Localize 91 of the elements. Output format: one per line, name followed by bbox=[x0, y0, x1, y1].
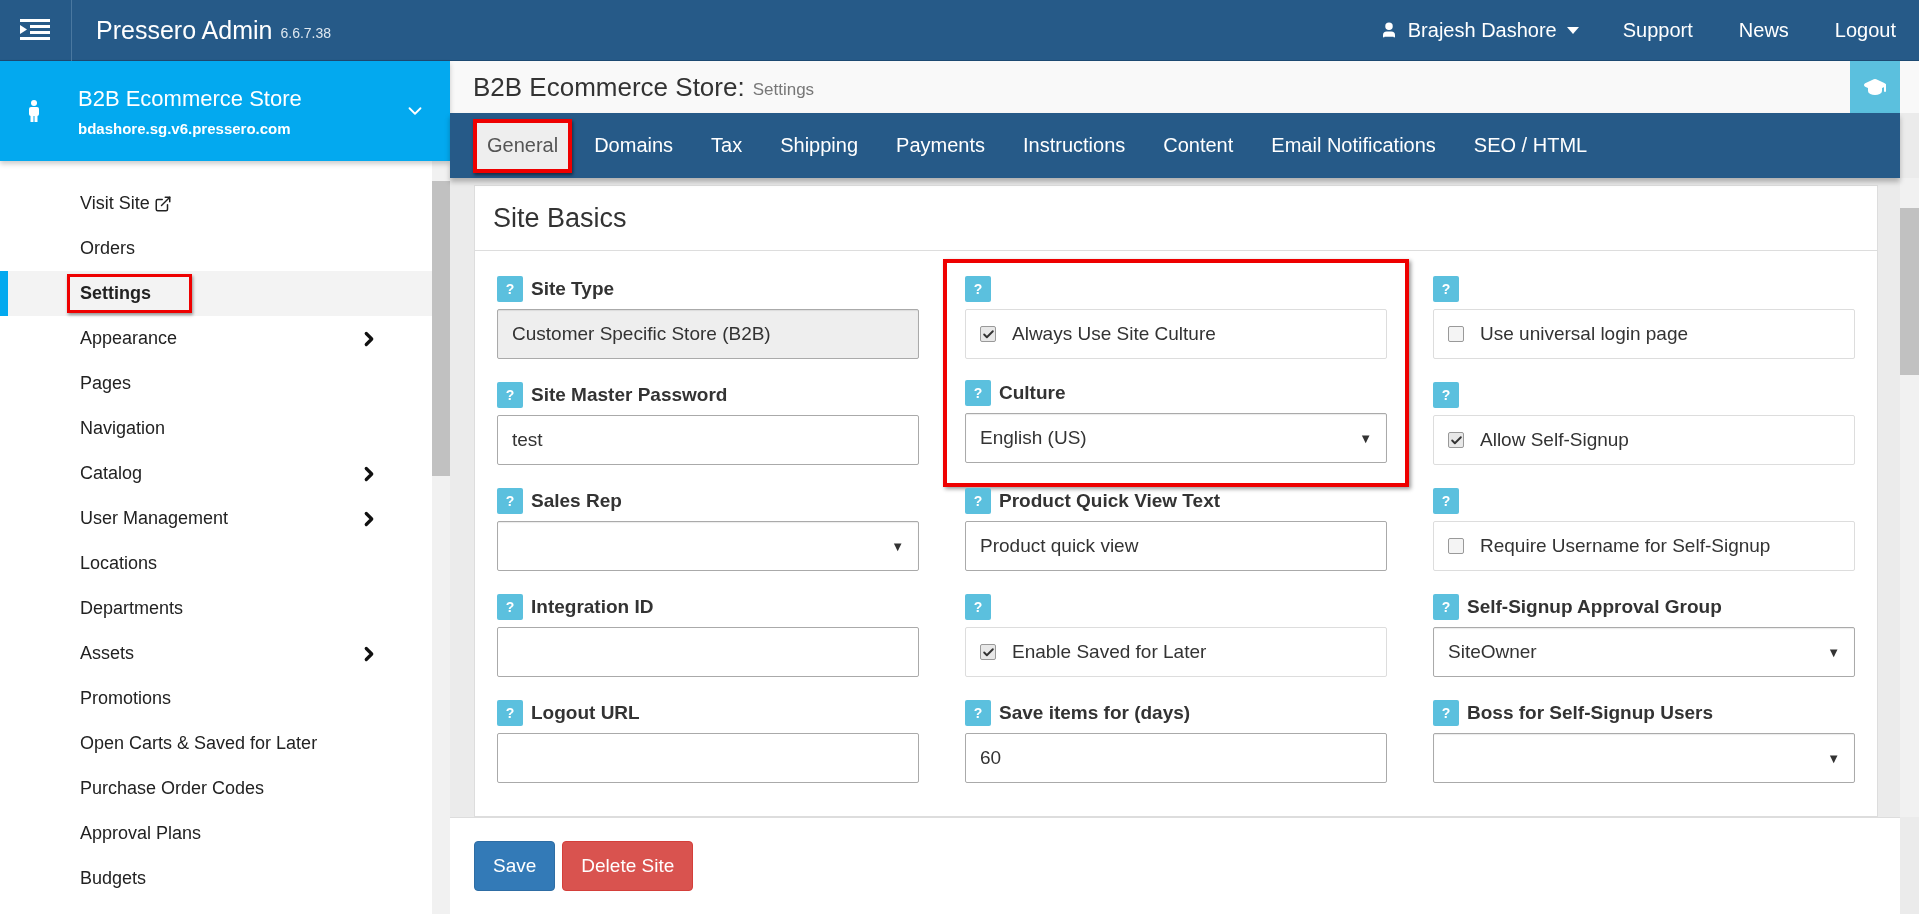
select-field[interactable]: ▼ bbox=[497, 521, 919, 571]
sidebar-link[interactable]: Navigation bbox=[80, 418, 166, 439]
sidebar-item[interactable]: Settings bbox=[0, 271, 432, 316]
tab[interactable]: Tax bbox=[695, 122, 759, 169]
scrollbar[interactable] bbox=[1900, 178, 1919, 817]
input-field[interactable]: 60 bbox=[965, 733, 1387, 783]
sidebar-item[interactable]: Catalog bbox=[0, 451, 432, 496]
sidebar-item[interactable]: Navigation bbox=[0, 406, 432, 451]
sidebar-item[interactable]: Locations bbox=[0, 541, 432, 586]
field-label: Logout URL bbox=[531, 702, 640, 724]
user-menu[interactable]: Brajesh Dashore bbox=[1379, 18, 1579, 42]
sidebar-link[interactable]: Promotions bbox=[80, 688, 172, 709]
input-field[interactable]: Customer Specific Store (B2B) bbox=[497, 309, 919, 359]
sidebar-link[interactable]: Pages bbox=[80, 373, 132, 394]
select-field[interactable]: ▼ bbox=[1433, 733, 1855, 783]
menu-icon[interactable] bbox=[20, 19, 50, 41]
sidebar-link[interactable]: Departments bbox=[80, 598, 184, 619]
tab[interactable]: Shipping bbox=[764, 122, 875, 169]
sidebar-link[interactable]: Orders bbox=[80, 238, 135, 259]
highlighted-link[interactable]: Settings bbox=[67, 274, 192, 313]
tab[interactable]: Email Notifications bbox=[1255, 122, 1452, 169]
checkbox[interactable] bbox=[980, 326, 996, 342]
field-label: Culture bbox=[999, 382, 1066, 404]
sidebar-link[interactable]: Appearance bbox=[80, 328, 178, 349]
app-title: Pressero Admin bbox=[96, 15, 273, 45]
nav-link[interactable]: Support bbox=[1622, 18, 1693, 42]
sidebar-item[interactable]: Approval Plans bbox=[0, 811, 432, 856]
page-subtitle: Settings bbox=[752, 80, 815, 100]
save-button[interactable]: Save bbox=[474, 841, 556, 891]
field-label: Self-Signup Approval Group bbox=[1467, 596, 1722, 618]
field-label: Save items for (days) bbox=[999, 702, 1191, 724]
sidebar-link[interactable]: Approval Plans bbox=[80, 823, 202, 844]
field-label: Sales Rep bbox=[531, 490, 622, 512]
checkbox-label: Use universal login page bbox=[1480, 323, 1689, 345]
sidebar-item[interactable]: Budgets bbox=[0, 856, 432, 901]
external-link-icon bbox=[153, 194, 172, 213]
sidebar-item[interactable]: Visit Site bbox=[0, 181, 432, 226]
sidebar-item[interactable]: Orders bbox=[0, 226, 432, 271]
nav-link[interactable]: News bbox=[1738, 18, 1789, 42]
sidebar-item[interactable]: Pages bbox=[0, 361, 432, 406]
checkbox-label: Require Username for Self-Signup bbox=[1480, 535, 1771, 557]
input-field[interactable]: test bbox=[497, 415, 919, 465]
section-title: Site Basics bbox=[475, 186, 1877, 251]
checkbox-label: Always Use Site Culture bbox=[1012, 323, 1216, 345]
sidebar-item[interactable]: Appearance bbox=[0, 316, 432, 361]
checkbox[interactable] bbox=[980, 644, 996, 660]
tab[interactable]: General bbox=[473, 118, 573, 173]
sidebar-link[interactable]: Budgets bbox=[80, 868, 147, 889]
version-label: 6.6.7.38 bbox=[280, 25, 332, 41]
sidebar-item[interactable]: Departments bbox=[0, 586, 432, 631]
field-label: Site Type bbox=[531, 278, 615, 300]
store-url: bdashore.sg.v6.pressero.com bbox=[78, 119, 292, 137]
delete-button[interactable]: Delete Site bbox=[562, 841, 694, 891]
page-title: B2B Ecommerce Store: bbox=[473, 71, 745, 103]
field-label: Site Master Password bbox=[531, 384, 728, 406]
checkbox[interactable] bbox=[1448, 432, 1464, 448]
field-label: Product Quick View Text bbox=[999, 490, 1221, 512]
tab[interactable]: Content bbox=[1147, 122, 1250, 169]
sidebar-item[interactable]: Assets bbox=[0, 631, 432, 676]
select-field[interactable]: English (US) ▼ bbox=[965, 413, 1387, 463]
tab[interactable]: Domains bbox=[578, 122, 690, 169]
input-field[interactable] bbox=[497, 733, 919, 783]
sidebar-link[interactable]: User Management bbox=[80, 508, 229, 529]
sidebar-item[interactable]: Purchase Order Codes bbox=[0, 766, 432, 811]
caret-icon bbox=[1566, 26, 1579, 34]
sidebar-link[interactable]: Visit Site bbox=[80, 193, 172, 214]
nav-link[interactable]: Logout bbox=[1834, 18, 1896, 42]
sidebar-link[interactable]: Open Carts & Saved for Later bbox=[80, 733, 318, 754]
person-icon bbox=[28, 100, 40, 122]
checkbox[interactable] bbox=[1448, 326, 1464, 342]
scrollbar[interactable] bbox=[432, 161, 450, 914]
sidebar-link[interactable]: Purchase Order Codes bbox=[80, 778, 265, 799]
checkbox-label: Allow Self-Signup bbox=[1480, 429, 1629, 451]
sidebar-item[interactable]: Open Carts & Saved for Later bbox=[0, 721, 432, 766]
field-label: Integration ID bbox=[531, 596, 654, 618]
input-field[interactable] bbox=[497, 627, 919, 677]
sidebar-item[interactable]: Promotions bbox=[0, 676, 432, 721]
sidebar-link[interactable]: Catalog bbox=[80, 463, 143, 484]
tab[interactable]: Payments bbox=[880, 122, 1001, 169]
tab[interactable]: SEO / HTML bbox=[1457, 122, 1604, 169]
select-field[interactable]: SiteOwner ▼ bbox=[1433, 627, 1855, 677]
store-name: B2B Ecommerce Store bbox=[78, 85, 303, 112]
sidebar-item[interactable]: User Management bbox=[0, 496, 432, 541]
tab[interactable]: Instructions bbox=[1007, 122, 1142, 169]
sidebar-link[interactable]: Locations bbox=[80, 553, 158, 574]
checkbox-label: Enable Saved for Later bbox=[1012, 641, 1207, 663]
checkbox[interactable] bbox=[1448, 538, 1464, 554]
sidebar-link[interactable]: Assets bbox=[80, 643, 135, 664]
input-field[interactable]: Product quick view bbox=[965, 521, 1387, 571]
help-button[interactable] bbox=[1850, 61, 1900, 113]
field-label: Boss for Self-Signup Users bbox=[1467, 702, 1713, 724]
